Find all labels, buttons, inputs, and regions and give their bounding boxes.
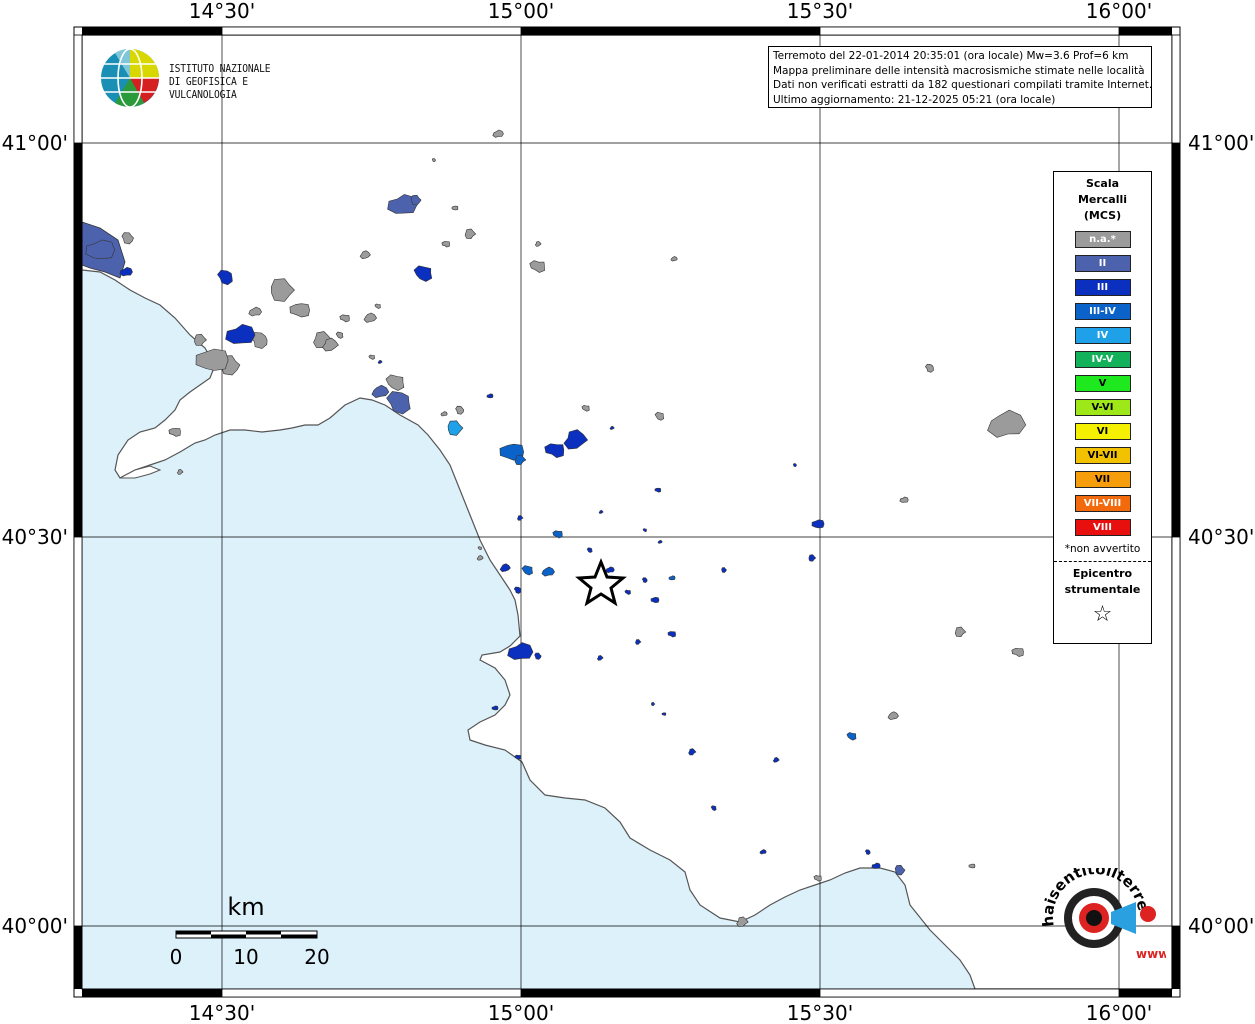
lat-label-left-1: 41°00' <box>2 131 68 155</box>
legend-title-line-3: (MCS) <box>1083 209 1122 222</box>
legend-swatch-7: V-VI <box>1074 399 1131 416</box>
lat-label-left-2: 40°30' <box>2 525 68 549</box>
scale-unit: km <box>227 893 264 921</box>
lon-label-bottom-1: 14°30' <box>189 1001 255 1024</box>
lon-label-bottom-4: 16°00' <box>1086 1001 1152 1024</box>
lat-label-right-3: 40°00' <box>1188 914 1254 938</box>
legend-swatch-4: IV <box>1074 327 1131 344</box>
lon-label-bottom-2: 15°00' <box>488 1001 554 1024</box>
event-info-box: Terremoto del 22-01-2014 20:35:01 (ora l… <box>768 46 1152 108</box>
legend-swatch-9: VI-VII <box>1074 447 1131 464</box>
lon-label-top-1: 14°30' <box>189 0 255 23</box>
legend-items: n.a.* II III III-IV IV IV-V V V-VI VI VI-VII VII VI… <box>1054 231 1151 536</box>
legend-swatch-12: VIII <box>1074 519 1131 536</box>
lon-label-top-4: 16°00' <box>1086 0 1152 23</box>
legend-title-line-1: Scala <box>1085 177 1120 190</box>
event-info-line-3: Dati non verificati estratti da 182 ques… <box>773 79 1152 91</box>
logo-line-2: DI GEOFISICA E VULCANOLOGIA <box>169 76 248 101</box>
legend-swatch-5: IV-V <box>1074 351 1131 368</box>
event-info-line-1: Terremoto del 22-01-2014 20:35:01 (ora l… <box>773 50 1129 62</box>
locality-polygon <box>451 205 459 211</box>
legend-title: Scala Mercalli (MCS) <box>1054 176 1151 224</box>
legend-swatch-11: VII-VIII <box>1074 495 1131 512</box>
legend-note: *non avvertito <box>1064 543 1141 555</box>
legend-swatch-1: II <box>1074 255 1131 272</box>
lat-label-left-3: 40°00' <box>2 914 68 938</box>
scale-label-20: 20 <box>304 945 329 969</box>
legend-swatch-6: V <box>1074 375 1131 392</box>
legend-divider <box>1054 561 1151 562</box>
legend-star-icon: ☆ <box>1092 602 1113 627</box>
lon-label-bottom-3: 15°30' <box>787 1001 853 1024</box>
legend-swatch-8: VI <box>1074 423 1131 440</box>
scale-label-0: 0 <box>170 945 183 969</box>
locality-polygon <box>431 158 436 163</box>
legend-title-line-2: Mercalli <box>1077 193 1128 206</box>
legend-swatch-10: VII <box>1074 471 1131 488</box>
lon-label-top-2: 15°00' <box>488 0 554 23</box>
lon-label-top-3: 15°30' <box>787 0 853 23</box>
lat-label-right-1: 41°00' <box>1188 131 1254 155</box>
ingv-globe-icon <box>101 48 159 108</box>
locality-polygon <box>661 712 667 716</box>
lat-label-right-2: 40°30' <box>1188 525 1254 549</box>
event-info-line-2: Mappa preliminare delle intensità macros… <box>773 64 1145 77</box>
legend-epicenter-line-1: Epicentro <box>1072 567 1133 580</box>
legend-swatch-0: n.a.* <box>1074 231 1131 248</box>
legend-swatch-2: III <box>1074 279 1131 296</box>
event-info-line-4: Ultimo aggiornamento: 21-12-2025 05:21 (… <box>773 93 1056 106</box>
intensity-legend: Scala Mercalli (MCS) n.a.* II III III-IV IV I… <box>1053 171 1152 644</box>
locality-polygon <box>968 863 976 869</box>
ingv-logo: ISTITUTO NAZIONALE DI GEOFISICA E VULCAN… <box>100 48 330 110</box>
haisentito-www: www. <box>1136 947 1166 961</box>
haisentito-target-icon: haisentitoilterremoto.it www. <box>1028 854 1173 961</box>
legend-epicenter-label: Epicentro strumentale <box>1054 566 1151 598</box>
scale-label-10: 10 <box>233 945 258 969</box>
haisentito-logo: haisentitoilterremoto.it www. <box>1028 854 1173 974</box>
logo-line-1: ISTITUTO NAZIONALE <box>169 63 271 75</box>
legend-epicenter-line-2: strumentale <box>1064 583 1141 596</box>
legend-swatch-3: III-IV <box>1074 303 1131 320</box>
